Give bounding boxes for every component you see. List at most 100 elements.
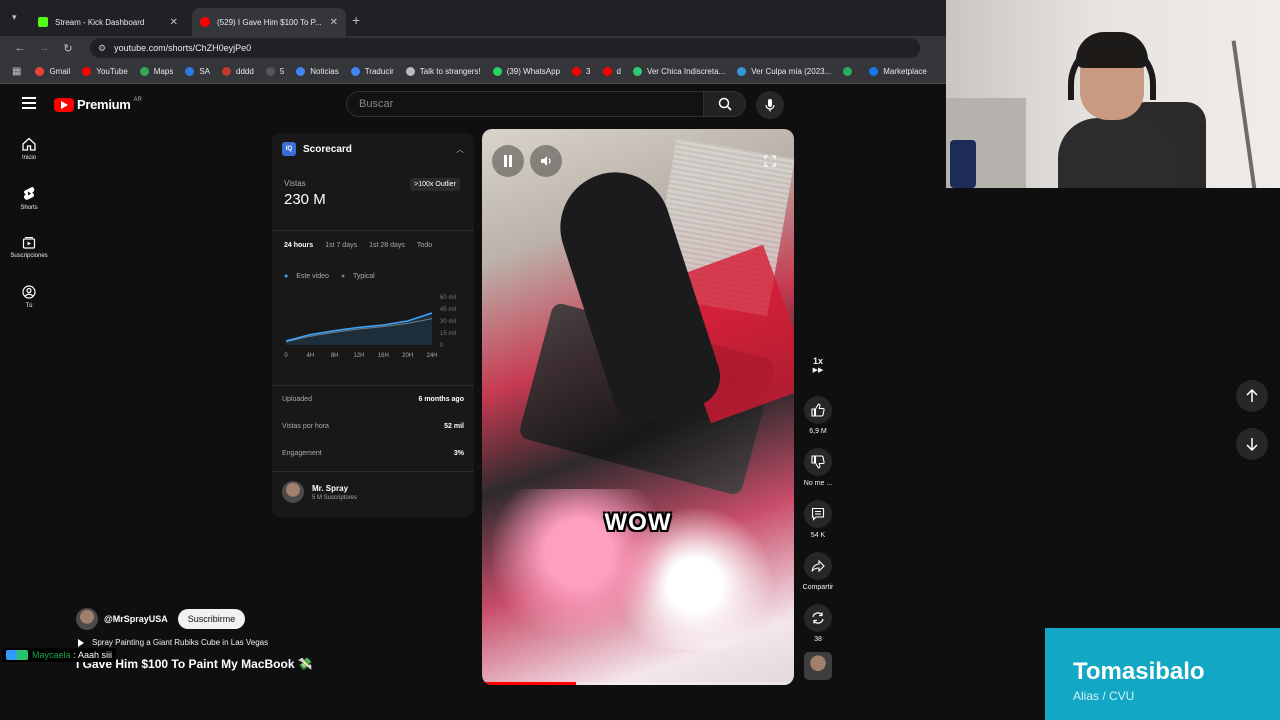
avatar[interactable] [76, 608, 98, 630]
range-tab-7d[interactable]: 1st 7 days [325, 242, 357, 249]
tab-youtube-short[interactable]: (529) I Gave Him $100 To P... ✕ [192, 8, 346, 36]
bookmark-item[interactable]: Marketplace [869, 67, 927, 76]
close-icon[interactable]: ✕ [330, 17, 338, 28]
video-progress-bar[interactable] [482, 682, 794, 685]
remix-icon [812, 612, 824, 624]
bookmark-item[interactable] [843, 67, 857, 76]
bookmark-item[interactable]: Traducir [350, 67, 394, 76]
bookmark-label: Gmail [49, 67, 71, 76]
search-input[interactable]: Buscar [346, 91, 704, 117]
new-tab-icon[interactable]: + [352, 12, 360, 28]
bookmark-label: Talk to strangers! [419, 67, 481, 76]
dislike-button[interactable]: No me ... [800, 448, 836, 487]
share-button[interactable]: Compartir [800, 552, 836, 591]
legend-label: Typical [352, 273, 375, 280]
related-video-link[interactable]: Spray Painting a Giant Rubiks Cube in La… [78, 638, 268, 647]
sound-avatar[interactable] [800, 652, 836, 684]
bookmark-item[interactable]: Maps [139, 67, 173, 76]
range-tab-all[interactable]: Todo [417, 242, 432, 249]
bookmark-item[interactable]: YouTube [82, 67, 128, 76]
bookmark-item[interactable]: Gmail [35, 67, 70, 76]
bookmark-item[interactable]: 3 [572, 67, 591, 76]
bookmark-label: SA [199, 67, 211, 76]
comments-button[interactable]: 54 K [800, 500, 836, 539]
arrow-up-icon [1246, 389, 1258, 402]
donation-alias: Alias / CVU [1073, 689, 1135, 703]
bookmark-item[interactable]: dddd [222, 67, 254, 76]
next-short-button[interactable] [1236, 428, 1268, 460]
bookmark-item[interactable]: Ver Culpa mía (2023... [737, 67, 831, 76]
share-icon [811, 559, 825, 573]
rail-subscriptions[interactable]: Suscripciones [0, 235, 58, 259]
chat-text: : Aaah siii [73, 650, 113, 660]
like-button[interactable]: 6,9 M [800, 396, 836, 435]
remix-circle [804, 604, 832, 632]
rail-shorts[interactable]: Shorts [0, 186, 58, 211]
remix-button[interactable]: 38 [800, 604, 836, 643]
fullscreen-button[interactable] [754, 145, 786, 177]
share-circle [804, 552, 832, 580]
bookmark-item[interactable]: (39) WhatsApp [492, 67, 560, 76]
thumbs-up-icon [811, 403, 825, 417]
bookmark-item[interactable]: 5 [265, 67, 284, 76]
youtube-premium-logo[interactable]: Premium AR [54, 97, 142, 112]
arrow-down-icon [1246, 438, 1258, 451]
bookmark-favicon-icon [139, 67, 149, 76]
home-icon [22, 137, 36, 151]
menu-icon[interactable] [22, 97, 36, 109]
bookmark-item[interactable]: SA [185, 67, 210, 76]
forward-icon[interactable]: → [32, 42, 56, 54]
logo-text: Premium [77, 97, 131, 112]
voice-search-button[interactable] [756, 91, 784, 119]
y-tick-label: 30 mil [440, 319, 456, 325]
back-icon[interactable]: ← [8, 42, 32, 54]
microphone-icon [765, 99, 775, 112]
legend-typical: ● Typical [340, 273, 375, 280]
pause-button[interactable] [492, 145, 524, 177]
search-button[interactable] [704, 91, 746, 117]
reload-icon[interactable]: ↻ [56, 42, 80, 55]
rail-you[interactable]: Tú [0, 285, 58, 309]
fullscreen-icon [764, 155, 776, 167]
search-icon [718, 97, 732, 111]
range-tab-24h[interactable]: 24 hours [284, 242, 313, 249]
bookmark-item[interactable]: d [602, 67, 621, 76]
range-tab-28d[interactable]: 1st 28 days [369, 242, 405, 249]
tab-kick-dashboard[interactable]: Stream - Kick Dashboard ✕ [30, 8, 186, 36]
tab-search-icon[interactable]: ▾ [12, 12, 17, 23]
close-icon[interactable]: ✕ [170, 17, 178, 28]
bookmark-label: Ver Culpa mía (2023... [751, 67, 832, 76]
x-tick-label: 20H [402, 353, 413, 359]
rail-home[interactable]: Inicio [0, 137, 58, 161]
channel-handle[interactable]: @MrSprayUSA [104, 614, 168, 624]
apps-icon[interactable]: ▦ [12, 66, 21, 77]
bookmark-item[interactable]: Noticias [296, 67, 339, 76]
stat-value: 52 mil [444, 423, 464, 430]
bookmark-label: dddd [236, 67, 254, 76]
views-line-chart: 0 4H 8H 12H 16H 20H 24H 60 mil 45 mil 30 mil 15 mi… [284, 295, 456, 359]
webcam-overlay [946, 0, 1280, 188]
youtube-favicon-icon [200, 17, 210, 27]
address-bar[interactable]: ⚙ youtube.com/shorts/ChZH0eyjPe0 [90, 38, 920, 58]
bookmark-item[interactable]: Talk to strangers! [405, 67, 481, 76]
scorecard-channel[interactable]: Mr. Spray 5 M Suscriptores [282, 481, 357, 503]
site-info-icon[interactable]: ⚙ [98, 43, 106, 54]
kick-favicon-icon [38, 17, 48, 27]
previous-short-button[interactable] [1236, 380, 1268, 412]
bookmark-label: d [616, 67, 621, 76]
volume-button[interactable] [530, 145, 562, 177]
stat-label: Engagement [282, 450, 322, 457]
comment-icon [811, 507, 825, 521]
subscribe-button[interactable]: Suscribirme [177, 609, 246, 629]
fast-forward-icon: ▶▶ [812, 367, 824, 374]
bookmarks-bar: ▦ Gmail YouTube Maps SA dddd 5 Noticias Traduci… [0, 60, 946, 84]
chevron-up-icon[interactable]: ︿ [456, 144, 464, 155]
playback-speed[interactable]: 1x ▶▶ [800, 356, 836, 374]
shorts-icon [23, 186, 35, 200]
bookmark-item[interactable]: Ver Chica Indiscreta... [632, 67, 725, 76]
share-label: Compartir [802, 584, 834, 591]
you-icon [22, 285, 36, 299]
bookmark-favicon-icon [296, 67, 306, 76]
x-tick-label: 4H [306, 353, 314, 359]
shorts-video-player[interactable]: WOW [482, 129, 794, 685]
